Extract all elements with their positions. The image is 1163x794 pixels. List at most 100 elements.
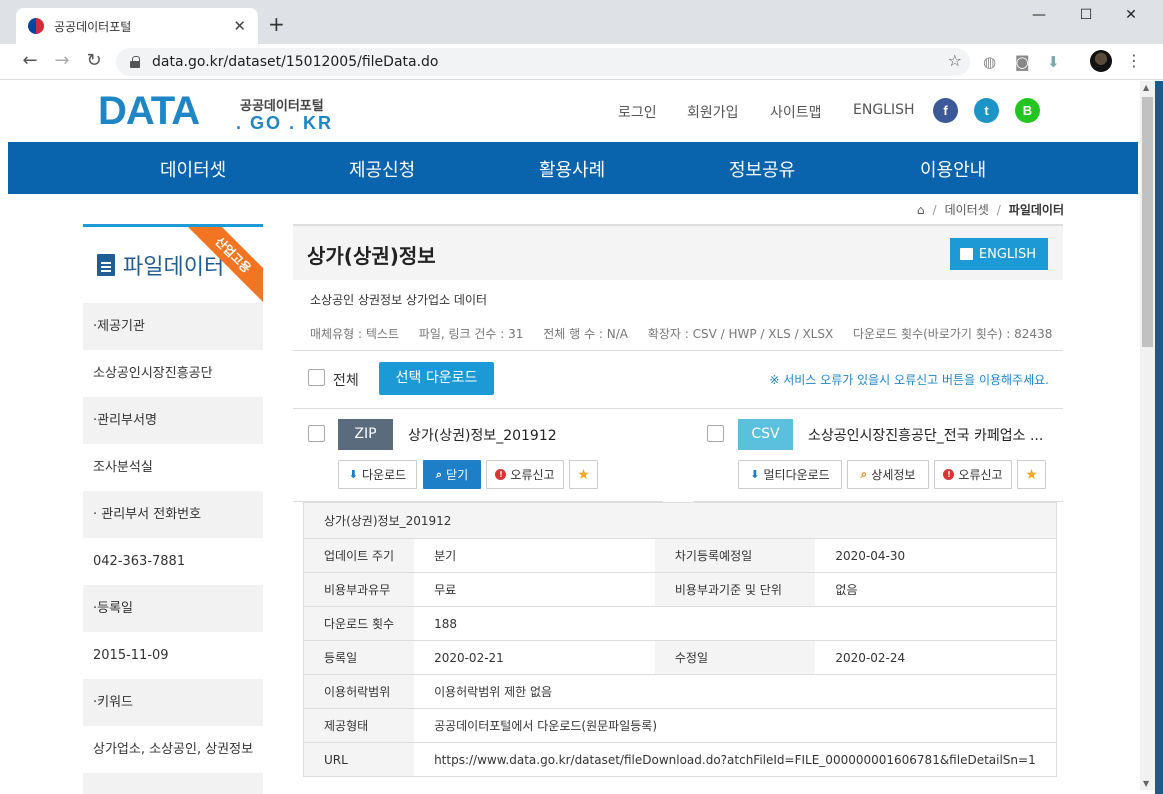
file-checkbox[interactable]: [308, 425, 325, 442]
page-scrollbar[interactable]: ▲ ▼: [1140, 81, 1155, 790]
dataset-header: 상가(상권)정보 ENGLISH: [293, 224, 1063, 280]
multi-download-button[interactable]: ⬇ 멀티다운로드: [738, 460, 842, 489]
back-icon[interactable]: ←: [18, 50, 42, 72]
globe-extension-icon[interactable]: ◍: [983, 53, 996, 71]
table-row: 이용허락범위 이용허락범위 제한 없음: [303, 674, 1057, 709]
profile-avatar[interactable]: [1090, 50, 1112, 72]
logo-domain-text: . GO . KR: [236, 113, 334, 133]
table-row: URL https://www.data.go.kr/dataset/fileD…: [303, 742, 1057, 777]
registered-label: ·등록일: [83, 585, 263, 632]
select-download-button[interactable]: 선택 다운로드: [379, 362, 494, 395]
close-detail-button[interactable]: ⌕ 닫기: [423, 460, 481, 489]
star-icon: ★: [1025, 466, 1038, 483]
file-name[interactable]: 소상공인시장진흥공단_전국 카페업소 ...: [808, 425, 1043, 445]
nav-request[interactable]: 제공신청: [349, 156, 415, 182]
detail-label: 다운로드 횟수: [303, 606, 415, 641]
license-link[interactable]: 이용허락범위 제한 없음: [414, 674, 1057, 709]
scroll-thumb[interactable]: [1142, 97, 1153, 347]
detail-value: 2020-02-21: [414, 640, 655, 675]
reload-icon[interactable]: ↻: [82, 50, 106, 72]
desktop-background-strip: [1155, 81, 1163, 794]
divider: [293, 408, 1063, 409]
page-viewport: DATA 공공데이터포털 . GO . KR 로그인 회원가입 사이트맵 ENG…: [0, 81, 1140, 794]
dataset-meta: 매체유형 : 텍스트 파일, 링크 건수 : 31 전체 행 수 : N/A 확…: [310, 325, 1068, 342]
detail-label: 등록일: [303, 640, 415, 675]
multi-download-label: 멀티다운로드: [763, 468, 830, 482]
detail-label: URL: [303, 742, 415, 777]
browser-toolbar: ← → ↻ data.go.kr/dataset/15012005/fileDa…: [0, 44, 1163, 80]
scroll-up-arrow-icon[interactable]: ▲: [1143, 83, 1149, 92]
select-all-checkbox[interactable]: [308, 369, 325, 386]
facebook-icon[interactable]: f: [933, 98, 958, 123]
bookmark-star-icon[interactable]: ☆: [948, 51, 962, 70]
signup-link[interactable]: 회원가입: [687, 102, 739, 122]
detail-value: 무료: [414, 572, 655, 607]
taegeuk-favicon-icon: [28, 18, 44, 34]
window-close-button[interactable]: ✕: [1108, 4, 1154, 26]
english-link[interactable]: ENGLISH: [853, 102, 915, 118]
twitter-icon[interactable]: t: [974, 98, 999, 123]
favorite-button[interactable]: ★: [1017, 460, 1046, 489]
phone-value: 042-363-7881: [93, 554, 186, 569]
window-minimize-button[interactable]: —: [1016, 4, 1062, 26]
error-report-button[interactable]: ! 오류신고: [934, 460, 1012, 489]
nav-use-cases[interactable]: 활용사례: [539, 156, 605, 182]
detail-label: 비용부과유무: [303, 572, 415, 607]
magnifier-icon: ⌕: [860, 467, 868, 481]
logo-data-text: DATA: [98, 89, 200, 133]
home-icon[interactable]: ⌂: [917, 203, 925, 217]
main-navigation: 데이터셋 제공신청 활용사례 정보공유 이용안내: [8, 142, 1138, 194]
select-all-label: 전체: [333, 373, 359, 389]
nav-dataset[interactable]: 데이터셋: [160, 156, 226, 182]
keyword-label: ·키워드: [83, 679, 263, 726]
nav-guide[interactable]: 이용안내: [920, 156, 986, 182]
breadcrumb: ⌂ / 데이터셋 / 파일데이터: [917, 201, 1064, 218]
sitemap-link[interactable]: 사이트맵: [770, 102, 822, 122]
favorite-button[interactable]: ★: [569, 460, 598, 489]
table-row: 등록일 2020-02-21 수정일 2020-02-24: [303, 640, 1057, 675]
table-row: 제공형태 공공데이터포털에서 다운로드(원문파일등록): [303, 708, 1057, 743]
file-name[interactable]: 상가(상권)정보_201912: [408, 425, 557, 445]
browser-tab[interactable]: 공공데이터포털 ✕: [16, 8, 258, 44]
window-maximize-button[interactable]: ☐: [1063, 4, 1109, 26]
download-extension-icon[interactable]: ⬇: [1047, 53, 1060, 71]
file-format-badge: CSV: [738, 419, 793, 450]
login-link[interactable]: 로그인: [618, 102, 657, 122]
department-value: 조사분석실: [93, 460, 153, 475]
search-icon: ⌕: [435, 467, 443, 481]
detail-caption: 상가(상권)정보_201912: [303, 502, 1057, 539]
table-row: 비용부과유무 무료 비용부과기준 및 단위 없음: [303, 572, 1057, 607]
scroll-down-arrow-icon[interactable]: ▼: [1143, 779, 1149, 788]
file-detail-table: 상가(상권)정보_201912 업데이트 주기 분기 차기등록예정일 2020-…: [303, 502, 1057, 777]
breadcrumb-dataset[interactable]: 데이터셋: [945, 201, 989, 218]
department-label: ·관리부서명: [83, 397, 263, 444]
download-url-link[interactable]: https://www.data.go.kr/dataset/fileDownl…: [414, 742, 1057, 777]
detail-info-label: 상세정보: [871, 468, 916, 482]
address-bar[interactable]: data.go.kr/dataset/15012005/fileData.do …: [116, 48, 970, 76]
detail-value: 2020-04-30: [815, 538, 1057, 573]
detail-value: 2020-02-24: [815, 640, 1057, 675]
translate-icon: [959, 248, 973, 260]
provider-value: 소상공인시장진흥공단: [93, 366, 213, 381]
error-icon: !: [495, 469, 507, 480]
file-checkbox[interactable]: [707, 425, 724, 442]
error-report-button[interactable]: ! 오류신고: [486, 460, 564, 489]
error-notice: ※ 서비스 오류가 있을시 오류신고 버튼을 이용해주세요.: [769, 373, 1049, 387]
english-button[interactable]: ENGLISH: [949, 238, 1048, 270]
forward-icon[interactable]: →: [50, 50, 74, 72]
tab-close-icon[interactable]: ✕: [233, 17, 246, 35]
url-text: data.go.kr/dataset/15012005/fileData.do: [152, 54, 439, 70]
detail-info-button[interactable]: ⌕ 상세정보: [847, 460, 929, 489]
blog-icon[interactable]: B: [1015, 98, 1040, 123]
browser-menu-icon[interactable]: ⋮: [1126, 51, 1142, 70]
nav-info-share[interactable]: 정보공유: [729, 156, 795, 182]
meta-file-count: 파일, 링크 건수 : 31: [418, 327, 524, 341]
camera-extension-icon[interactable]: ◙: [1015, 53, 1030, 71]
download-button[interactable]: ⬇ 다운로드: [338, 460, 417, 489]
error-report-label: 오류신고: [510, 468, 555, 482]
download-icon: ⬇: [348, 468, 359, 481]
detail-label: 이용허락범위: [303, 674, 415, 709]
dataset-main: 상가(상권)정보 ENGLISH 소상공인 상권정보 상가업소 데이터 매체유형…: [293, 224, 1063, 777]
new-tab-button[interactable]: +: [268, 12, 285, 36]
error-report-label: 오류신고: [958, 468, 1003, 482]
